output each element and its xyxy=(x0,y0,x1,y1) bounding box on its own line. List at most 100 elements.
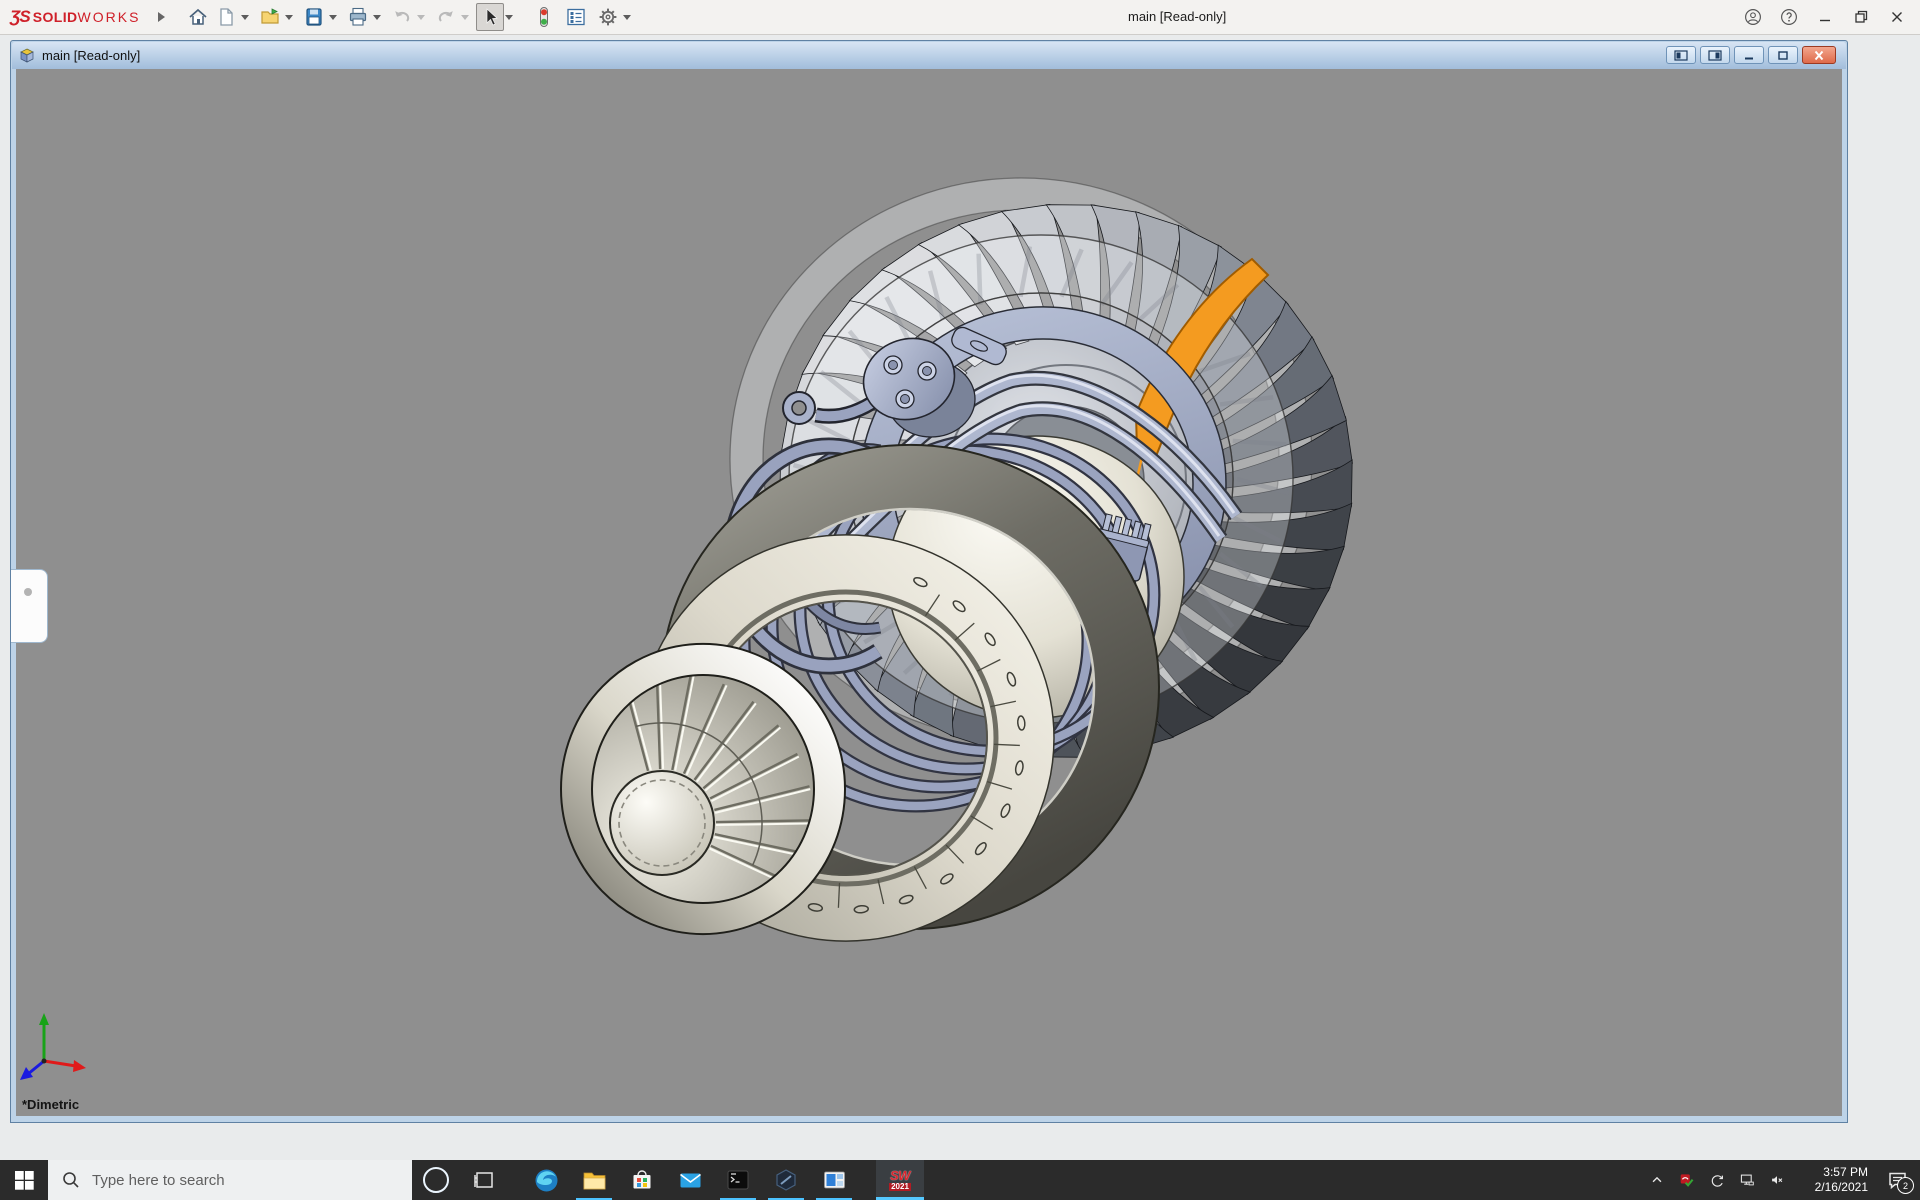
store-icon xyxy=(630,1168,654,1192)
save-icon xyxy=(303,6,325,28)
tray-clock[interactable]: 3:57 PM 2/16/2021 xyxy=(1802,1165,1868,1195)
cortana-button[interactable] xyxy=(412,1160,460,1200)
system-tray: 3:57 PM 2/16/2021 2 xyxy=(1644,1160,1920,1200)
tray-solidworks-monitor-button[interactable] xyxy=(1674,1160,1700,1200)
action-center-button[interactable]: 2 xyxy=(1880,1160,1914,1200)
help-icon xyxy=(1780,7,1798,27)
redo-icon xyxy=(435,6,457,28)
doc-close-icon xyxy=(1812,50,1826,61)
open-dropdown-icon[interactable] xyxy=(285,15,293,24)
traffic-light-icon xyxy=(533,6,555,28)
graphics-area[interactable]: *Dimetric xyxy=(16,69,1842,1116)
taskbar-command-prompt-button[interactable] xyxy=(714,1160,762,1200)
taskbar-mail-button[interactable] xyxy=(666,1160,714,1200)
doc-restore-button[interactable] xyxy=(1768,46,1798,64)
mail-icon xyxy=(678,1168,703,1193)
minimize-button[interactable] xyxy=(1810,3,1840,31)
document-window: main [Read-only] xyxy=(10,40,1848,1123)
solidworks-check-icon xyxy=(1680,1170,1694,1190)
start-button[interactable] xyxy=(0,1160,48,1200)
taskbar-file-explorer-button[interactable] xyxy=(570,1160,618,1200)
orientation-triad xyxy=(20,1013,86,1080)
task-pane-button[interactable] xyxy=(562,3,590,31)
mdi-workspace: main [Read-only] xyxy=(0,35,1920,1160)
solidworks-app-icon: SW 2021 xyxy=(889,1169,911,1191)
new-document-button[interactable] xyxy=(212,3,240,31)
restore-icon xyxy=(1852,8,1870,26)
windows-logo-icon xyxy=(15,1171,34,1190)
print-dropdown-icon[interactable] xyxy=(373,15,381,24)
tile-right-icon xyxy=(1708,50,1722,61)
taskbar-store-button[interactable] xyxy=(618,1160,666,1200)
tray-volume-muted-button[interactable] xyxy=(1764,1160,1790,1200)
document-title: main [Read-only] xyxy=(42,48,140,63)
gear-icon xyxy=(597,6,619,28)
home-icon xyxy=(187,6,209,28)
file-explorer-icon xyxy=(582,1168,607,1193)
solidworks-logo-glyph: ƷS xyxy=(10,7,30,27)
save-dropdown-icon[interactable] xyxy=(329,15,337,24)
undo-dropdown-icon[interactable] xyxy=(417,15,425,24)
network-icon xyxy=(1740,1170,1754,1190)
doc-minimize-button[interactable] xyxy=(1734,46,1764,64)
select-tool-button[interactable] xyxy=(476,3,504,31)
toolbar-flyout-arrow-icon[interactable] xyxy=(158,12,170,22)
options-dropdown-icon[interactable] xyxy=(623,15,631,24)
edge-icon xyxy=(534,1168,559,1193)
doc-close-button[interactable] xyxy=(1802,46,1836,64)
flyout-tab-dot-icon xyxy=(24,588,32,596)
windows-taskbar: SW 2021 xyxy=(0,1160,1920,1200)
intake-assembly[interactable] xyxy=(561,644,845,934)
jet-engine-model[interactable] xyxy=(16,69,1842,1116)
task-pane-icon xyxy=(565,6,587,28)
account-button[interactable] xyxy=(1738,3,1768,31)
new-document-icon xyxy=(215,6,237,28)
tile-left-icon xyxy=(1674,50,1688,61)
app-title: main [Read-only] xyxy=(1128,9,1226,24)
taskbar-edge-button[interactable] xyxy=(522,1160,570,1200)
print-button[interactable] xyxy=(344,3,372,31)
command-prompt-icon xyxy=(726,1168,750,1192)
undo-icon xyxy=(391,6,413,28)
doc-tile-right-button[interactable] xyxy=(1700,46,1730,64)
hexagon-app-icon xyxy=(774,1168,798,1192)
doc-restore-icon xyxy=(1776,50,1790,61)
home-button[interactable] xyxy=(184,3,212,31)
hidden-icons-button[interactable] xyxy=(1644,1160,1670,1200)
select-dropdown-icon[interactable] xyxy=(505,15,513,24)
solidworks-application: ƷS SOLIDWORKS xyxy=(0,0,1920,1200)
notification-badge: 2 xyxy=(1897,1177,1914,1194)
taskbar-search[interactable] xyxy=(48,1160,412,1200)
tray-screen-record-button[interactable] xyxy=(1704,1160,1730,1200)
taskbar-solidworks-button[interactable]: SW 2021 xyxy=(876,1160,924,1200)
quick-access-toolbar xyxy=(184,0,638,34)
tray-network-button[interactable] xyxy=(1734,1160,1760,1200)
open-button[interactable] xyxy=(256,3,284,31)
featuremanager-flyout-tab[interactable] xyxy=(11,569,48,643)
search-input[interactable] xyxy=(90,1171,374,1190)
new-document-dropdown-icon[interactable] xyxy=(241,15,249,24)
status-traffic-light-button[interactable] xyxy=(530,3,558,31)
save-button[interactable] xyxy=(300,3,328,31)
solidworks-logo: ƷS SOLIDWORKS xyxy=(10,7,140,27)
taskbar-remote-window-button[interactable] xyxy=(810,1160,858,1200)
search-icon xyxy=(62,1171,80,1189)
doc-tile-left-button[interactable] xyxy=(1666,46,1696,64)
help-button[interactable] xyxy=(1774,3,1804,31)
redo-button[interactable] xyxy=(432,3,460,31)
tray-time: 3:57 PM xyxy=(1823,1165,1868,1180)
options-button[interactable] xyxy=(594,3,622,31)
taskbar-hexagon-app-button[interactable] xyxy=(762,1160,810,1200)
restore-button[interactable] xyxy=(1846,3,1876,31)
task-view-button[interactable] xyxy=(460,1160,508,1200)
doc-minimize-icon xyxy=(1742,50,1756,61)
close-button[interactable] xyxy=(1882,3,1912,31)
undo-button[interactable] xyxy=(388,3,416,31)
account-icon xyxy=(1744,7,1762,27)
view-orientation-label: *Dimetric xyxy=(22,1097,79,1112)
close-icon xyxy=(1888,8,1906,26)
redo-dropdown-icon[interactable] xyxy=(461,15,469,24)
minimize-icon xyxy=(1816,8,1834,26)
document-titlebar[interactable]: main [Read-only] xyxy=(12,42,1846,69)
remote-window-icon xyxy=(822,1168,847,1193)
